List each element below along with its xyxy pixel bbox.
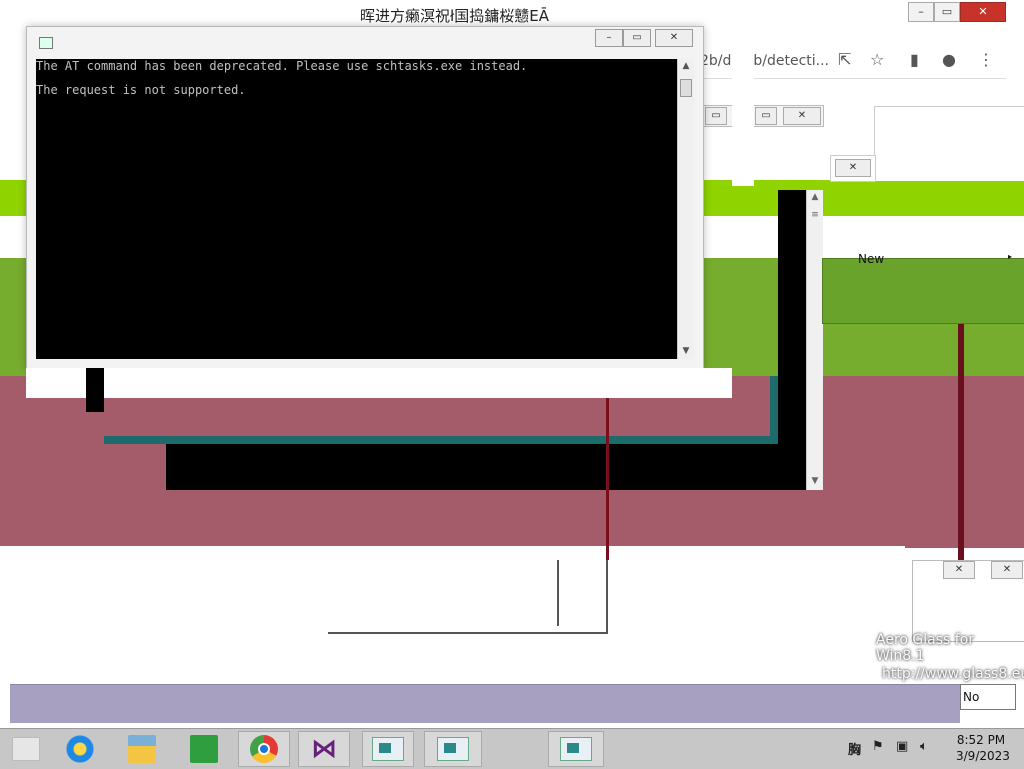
- star-icon[interactable]: ☆: [870, 50, 884, 69]
- console-app-icon: [39, 37, 53, 49]
- start-button[interactable]: [0, 731, 52, 767]
- no-button[interactable]: No: [960, 684, 1016, 710]
- taskbar-app-cmd[interactable]: [548, 731, 604, 767]
- dialog-fragment: ✕ ✕: [912, 560, 1024, 642]
- minimize-button[interactable]: –: [908, 2, 934, 22]
- scroll-thumb-icon[interactable]: ≡: [807, 208, 823, 222]
- internet-explorer-icon: [66, 735, 94, 763]
- console-line: The AT command has been deprecated. Plea…: [36, 59, 528, 73]
- command-prompt-icon: [560, 737, 592, 761]
- background-window-close[interactable]: ✕: [830, 155, 876, 182]
- close-button[interactable]: ✕: [943, 561, 975, 579]
- taskbar-app-explorer[interactable]: [116, 731, 168, 767]
- console-window: – ▭ ✕ The AT command has been deprecated…: [26, 26, 704, 370]
- command-prompt-icon: [437, 737, 469, 761]
- volume-icon[interactable]: 🔈︎: [920, 739, 928, 754]
- clock[interactable]: 8:52 PM 3/9/2023: [956, 732, 1010, 764]
- command-prompt-icon: [372, 737, 404, 761]
- close-button[interactable]: ✕: [783, 107, 821, 125]
- context-menu-highlight: [822, 258, 1024, 324]
- top-window-titlebar: 晖进方癞溟祝ł国捣鏞桜戆EĀ – ▭ ✕: [0, 0, 1024, 28]
- close-button[interactable]: ✕: [960, 2, 1006, 22]
- close-icon[interactable]: ✕: [835, 159, 871, 177]
- artifact-teal-vertical: [770, 376, 778, 444]
- visual-studio-icon: ⋈: [311, 734, 337, 764]
- console-shadow-region: [26, 368, 732, 398]
- close-button[interactable]: ✕: [655, 29, 693, 47]
- watermark: Aero Glass for Win8.1 http://www.glass8.…: [876, 632, 1024, 682]
- artifact-gray-line: [328, 632, 608, 634]
- taskbar-app-store[interactable]: [178, 731, 230, 767]
- artifact-gray-line: [557, 560, 559, 626]
- clock-date: 3/9/2023: [956, 749, 1010, 763]
- scroll-thumb[interactable]: [680, 79, 692, 97]
- profile-icon[interactable]: ●: [942, 50, 956, 69]
- taskbar-app-ie[interactable]: [54, 731, 106, 767]
- artifact-black-small: [86, 368, 104, 412]
- taskbar-app-cmd[interactable]: [362, 731, 414, 767]
- background-window-titlebar: ▭ ▭ ✕: [702, 105, 824, 127]
- artifact-teal-horizontal: [104, 436, 776, 444]
- context-menu: New ▸: [822, 216, 1024, 324]
- restore-button[interactable]: ▭: [755, 107, 777, 125]
- console-titlebar: – ▭ ✕: [27, 27, 703, 57]
- close-button[interactable]: ✕: [991, 561, 1023, 579]
- scroll-up-icon[interactable]: ▲: [807, 190, 823, 204]
- artifact-gray-line: [606, 560, 608, 632]
- taskbar-app-visual-studio[interactable]: ⋈: [298, 731, 350, 767]
- share-icon[interactable]: ⇱: [838, 50, 851, 69]
- taskbar: ⋈ 胸 ⚑ ▣ 🔈︎ 8:52 PM 3/9/2023: [0, 728, 1024, 769]
- taskbar-app-chrome[interactable]: [238, 731, 290, 767]
- menu-icon[interactable]: ⋮: [978, 50, 994, 69]
- chrome-icon: [250, 735, 278, 763]
- artifact-black-horizontal: [166, 444, 806, 490]
- windows-logo-icon: [12, 737, 40, 761]
- artifact-dark-red-line: [958, 322, 964, 562]
- background-window-scrollbar[interactable]: ▲ ≡ ▼: [806, 190, 823, 490]
- file-explorer-icon: [128, 735, 156, 763]
- background-band-lavender: [10, 684, 960, 723]
- background-panel-white: [0, 546, 905, 686]
- chevron-right-icon: ▸: [1008, 252, 1013, 261]
- scroll-down-icon[interactable]: ▼: [678, 344, 694, 358]
- flag-icon[interactable]: ⚑: [872, 739, 884, 754]
- taskbar-app-cmd[interactable]: [424, 731, 482, 767]
- restore-button[interactable]: ▭: [705, 107, 727, 125]
- scroll-up-icon[interactable]: ▲: [678, 59, 694, 73]
- browser-url[interactable]: 2b/de 2b/detecti...: [700, 53, 829, 69]
- background-window-body: [874, 106, 1024, 181]
- top-window-title: 晖进方癞溟祝ł国捣鏞桜戆EĀ: [360, 7, 550, 25]
- maximize-button[interactable]: ▭: [623, 29, 651, 47]
- watermark-line: Aero Glass for Win8.1: [876, 632, 975, 664]
- clock-time: 8:52 PM: [956, 733, 1006, 747]
- artifact-red-line: [606, 395, 609, 560]
- context-menu-item-new[interactable]: New: [858, 252, 884, 266]
- console-output[interactable]: The AT command has been deprecated. Plea…: [36, 59, 677, 359]
- console-scrollbar[interactable]: ▲ ▼: [677, 59, 694, 359]
- watermark-line: http://www.glass8.eu: [882, 666, 1024, 682]
- network-icon[interactable]: ▣: [896, 739, 908, 754]
- input-method-indicator[interactable]: 胸: [848, 739, 861, 758]
- background-window-edge: [732, 26, 754, 186]
- store-icon: [190, 735, 218, 763]
- scroll-down-icon[interactable]: ▼: [807, 474, 823, 488]
- maximize-button[interactable]: ▭: [934, 2, 960, 22]
- sidebar-icon[interactable]: ▮: [910, 50, 919, 69]
- console-line: The request is not supported.: [36, 83, 246, 97]
- background-band-rose-right: [960, 376, 1024, 548]
- minimize-button[interactable]: –: [595, 29, 623, 47]
